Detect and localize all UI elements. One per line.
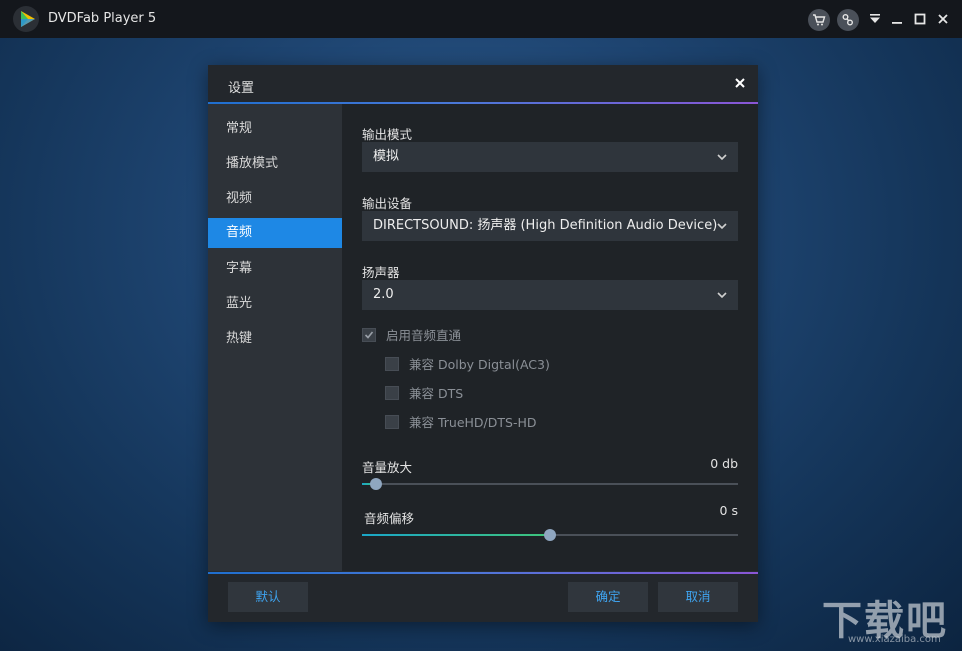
sidebar-item-hotkeys[interactable]: 热键: [208, 324, 342, 354]
maximize-icon: [914, 13, 926, 25]
passthrough-checkbox[interactable]: [362, 327, 376, 342]
cart-icon: [813, 14, 826, 26]
watermark-url: www.xiazaiba.com: [848, 634, 941, 645]
dialog-header: 设置: [208, 65, 758, 102]
speaker-value: 2.0: [373, 287, 394, 302]
settings-sidebar: 常规 播放模式 视频 音频 字幕 蓝光 热键: [208, 104, 342, 571]
ac3-checkbox-row[interactable]: 兼容 Dolby Digtal(AC3): [385, 354, 550, 373]
truehd-checkbox-row[interactable]: 兼容 TrueHD/DTS-HD: [385, 412, 537, 431]
watermark: 下载吧 www.xiazaiba.com: [822, 588, 956, 648]
cart-button[interactable]: [808, 9, 830, 31]
ac3-label: 兼容 Dolby Digtal(AC3): [409, 357, 550, 372]
speaker-select[interactable]: 2.0: [362, 280, 738, 310]
unlink-button[interactable]: [837, 9, 859, 31]
output-device-label: 输出设备: [362, 196, 413, 211]
dialog-title: 设置: [228, 81, 255, 96]
dts-checkbox-row[interactable]: 兼容 DTS: [385, 383, 463, 402]
sidebar-item-subtitle[interactable]: 字幕: [208, 254, 342, 284]
sidebar-item-playback-mode[interactable]: 播放模式: [208, 149, 342, 179]
output-mode-select[interactable]: 模拟: [362, 142, 738, 172]
default-button[interactable]: 默认: [228, 582, 308, 612]
volume-boost-label: 音量放大: [362, 460, 413, 475]
sidebar-item-video[interactable]: 视频: [208, 184, 342, 214]
volume-boost-slider[interactable]: [362, 478, 738, 490]
passthrough-label: 启用音频直通: [386, 328, 462, 343]
output-mode-value: 模拟: [373, 149, 400, 164]
dialog-footer: 默认 确定 取消: [208, 574, 758, 622]
app-title: DVDFab Player 5: [48, 11, 157, 26]
speaker-label: 扬声器: [362, 265, 400, 280]
close-window-button[interactable]: [934, 10, 952, 28]
volume-boost-value: 0 db: [710, 456, 738, 471]
output-device-select[interactable]: DIRECTSOUND: 扬声器 (High Definition Audio …: [362, 211, 738, 241]
audio-offset-label: 音频偏移: [364, 511, 415, 526]
audio-offset-value: 0 s: [719, 503, 738, 518]
chevron-down-icon: [717, 154, 727, 161]
dts-checkbox[interactable]: [385, 385, 399, 400]
output-device-value: DIRECTSOUND: 扬声器 (High Definition Audio …: [373, 218, 718, 233]
audio-offset-slider[interactable]: [362, 529, 738, 541]
unlink-icon: [842, 14, 853, 26]
minimize-button[interactable]: [888, 10, 906, 28]
chevron-down-icon: [717, 292, 727, 299]
sidebar-item-bluray[interactable]: 蓝光: [208, 289, 342, 319]
maximize-button[interactable]: [911, 10, 929, 28]
minimize-icon: [892, 22, 902, 24]
ac3-checkbox[interactable]: [385, 356, 399, 371]
sidebar-item-general[interactable]: 常规: [208, 114, 342, 144]
audio-settings-panel: 输出模式 模拟 输出设备 DIRECTSOUND: 扬声器 (High Defi…: [342, 104, 758, 571]
cancel-button[interactable]: 取消: [658, 582, 738, 612]
title-bar: DVDFab Player 5: [0, 0, 962, 38]
close-icon: [938, 14, 948, 24]
chevron-down-icon: [717, 223, 727, 230]
output-mode-label: 输出模式: [362, 127, 413, 142]
ok-button[interactable]: 确定: [568, 582, 648, 612]
menu-button[interactable]: [866, 10, 884, 28]
dialog-close-icon[interactable]: [734, 77, 746, 89]
truehd-label: 兼容 TrueHD/DTS-HD: [409, 415, 537, 430]
dvdfab-logo-icon: [13, 6, 39, 32]
settings-dialog: 设置 常规 播放模式 视频 音频 字幕 蓝光 热键 输出模式 模拟 输出设备 D…: [208, 65, 758, 622]
truehd-checkbox[interactable]: [385, 414, 399, 429]
audio-offset-fill: [362, 534, 550, 536]
menu-triangle-icon: [870, 14, 880, 23]
checkmark-icon: [364, 330, 374, 339]
audio-offset-thumb[interactable]: [544, 529, 556, 541]
sidebar-item-audio[interactable]: 音频: [208, 218, 342, 248]
dts-label: 兼容 DTS: [409, 386, 464, 401]
volume-boost-thumb[interactable]: [369, 478, 382, 490]
passthrough-checkbox-row[interactable]: 启用音频直通: [362, 325, 461, 344]
